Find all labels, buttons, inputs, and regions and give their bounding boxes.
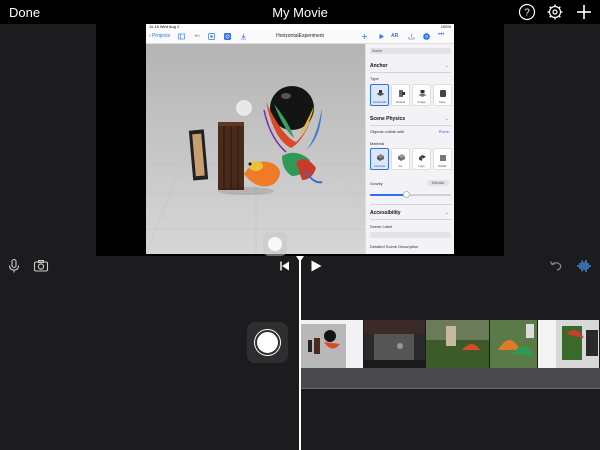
anchor-type-vertical[interactable]: Vertical — [391, 84, 410, 106]
clip-thumbnails — [300, 320, 600, 368]
anchor-type-label-image: Image — [417, 100, 426, 104]
physics-section-title[interactable]: Scene Physics — [370, 116, 405, 122]
material-label-concrete: Concrete — [373, 164, 386, 168]
wooden-crate-object — [218, 122, 244, 190]
scene-description-caption: Detailed Scene Description — [370, 244, 419, 249]
skip-to-start-icon[interactable] — [277, 258, 293, 274]
ar-button[interactable]: AR — [391, 33, 401, 40]
clip-thumbnail[interactable] — [426, 320, 490, 368]
playhead[interactable] — [299, 256, 301, 450]
audio-track[interactable] — [300, 368, 600, 388]
record-button-ring — [255, 330, 280, 355]
gravity-value-field[interactable]: 9.8 m/s² — [427, 180, 449, 186]
anchor-type-label: Type — [370, 76, 379, 81]
anchor-chevron-icon[interactable]: ⌄ — [445, 63, 449, 69]
clip-thumbnail[interactable] — [490, 320, 538, 368]
help-icon[interactable]: ? — [518, 3, 536, 21]
anchor-type-face[interactable]: Face — [433, 84, 452, 106]
material-label-plastic: Plastic — [438, 164, 447, 168]
gravity-label: Gravity — [370, 181, 383, 186]
vertical-plane-icon — [399, 90, 405, 97]
gravity-slider-fill — [370, 194, 407, 196]
anchor-type-image[interactable]: Image — [412, 84, 431, 106]
anchor-type-horizontal[interactable]: Horizontal — [370, 84, 389, 106]
undo-icon[interactable] — [548, 258, 564, 274]
material-tiles: Concrete Ice Lego Plastic — [370, 148, 452, 170]
anchor-type-label-horizontal: Horizontal — [373, 100, 386, 104]
play-icon[interactable] — [378, 33, 385, 40]
ipad-screen-recording: 11:18 Wed Aug 2 100% ‹ Projects Horizont… — [146, 24, 454, 254]
face-anchor-icon — [440, 90, 446, 97]
ar-scene-viewport[interactable] — [146, 44, 365, 254]
clip-thumbnail[interactable] — [538, 320, 600, 368]
plastic-block-icon — [440, 155, 446, 161]
concrete-block-icon — [377, 154, 384, 161]
anchor-type-label-face: Face — [439, 100, 446, 104]
material-plastic[interactable]: Plastic — [433, 148, 452, 170]
project-title: My Movie — [272, 5, 328, 20]
image-anchor-icon — [418, 90, 427, 97]
picture-frame-object — [188, 129, 209, 181]
microphone-icon[interactable] — [6, 258, 22, 274]
preview-side-right — [504, 24, 600, 256]
material-label-lego: Lego — [418, 164, 425, 168]
screen-record-indicator — [263, 232, 287, 256]
more-icon[interactable]: ••• — [438, 32, 445, 40]
record-button[interactable] — [247, 322, 288, 363]
clip-thumbnail[interactable] — [364, 320, 426, 368]
plus-icon[interactable] — [361, 33, 368, 40]
horizontal-plane-icon — [376, 90, 385, 96]
camera-icon[interactable] — [33, 258, 49, 274]
settings-gear-icon[interactable] — [546, 3, 564, 21]
anchor-type-label-vertical: Vertical — [395, 100, 406, 104]
material-label: Material — [370, 141, 385, 146]
physics-divider — [370, 125, 451, 126]
accessibility-divider — [370, 219, 451, 220]
clip-thumbnail[interactable] — [300, 320, 364, 368]
audio-waveform-icon[interactable] — [576, 258, 592, 274]
play-icon[interactable] — [308, 258, 324, 274]
accessibility-chevron-icon[interactable]: ⌄ — [445, 210, 449, 216]
collide-value-button[interactable]: Plane — [439, 129, 449, 134]
physics-chevron-icon[interactable]: ⌄ — [445, 116, 449, 122]
scene-label-caption: Scene Label — [370, 224, 393, 229]
status-time: 11:18 — [149, 24, 159, 29]
share-icon[interactable] — [408, 33, 415, 40]
scene-name-field[interactable]: Scene — [370, 48, 451, 54]
gravity-slider[interactable] — [370, 191, 451, 198]
anchor-section-title[interactable]: Anchor — [370, 63, 388, 69]
material-lego[interactable]: Lego — [412, 148, 431, 170]
status-date: Wed Aug 2 — [159, 24, 180, 29]
svg-text:?: ? — [524, 8, 530, 19]
scene-label-field[interactable] — [370, 232, 451, 238]
status-battery: 100% — [440, 24, 451, 29]
preview-side-left — [0, 24, 96, 256]
anchor-divider — [370, 72, 451, 73]
audio-track-divider — [300, 388, 600, 389]
material-concrete[interactable]: Concrete — [370, 148, 389, 170]
top-bar: Done My Movie ? — [0, 0, 600, 24]
scene-objects — [146, 86, 365, 254]
white-sphere-object — [236, 100, 252, 116]
accessibility-section-title[interactable]: Accessibility — [370, 210, 401, 216]
gravity-slider-knob[interactable] — [402, 191, 410, 198]
inspector-panel: Scene Anchor ⌄ Type Horizontal Vertical … — [365, 44, 454, 254]
material-ice[interactable]: Ice — [391, 148, 410, 170]
gravity-divider — [370, 204, 451, 205]
ice-block-icon — [398, 154, 405, 161]
video-clip-track[interactable] — [300, 320, 600, 368]
anchor-type-tiles: Horizontal Vertical Image Face — [370, 84, 452, 106]
object-shadow — [218, 187, 274, 195]
collide-label: Objects collide with — [370, 129, 405, 134]
reality-composer-toolbar: ‹ Projects HorizontalExperiment AR ••• — [146, 30, 454, 44]
material-label-ice: Ice — [398, 164, 403, 168]
add-plus-icon[interactable] — [575, 3, 593, 21]
inspector-icon[interactable] — [423, 33, 430, 40]
lego-block-icon — [419, 155, 426, 161]
playhead-marker — [296, 256, 304, 262]
video-preview: 11:18 Wed Aug 2 100% ‹ Projects Horizont… — [0, 24, 600, 256]
